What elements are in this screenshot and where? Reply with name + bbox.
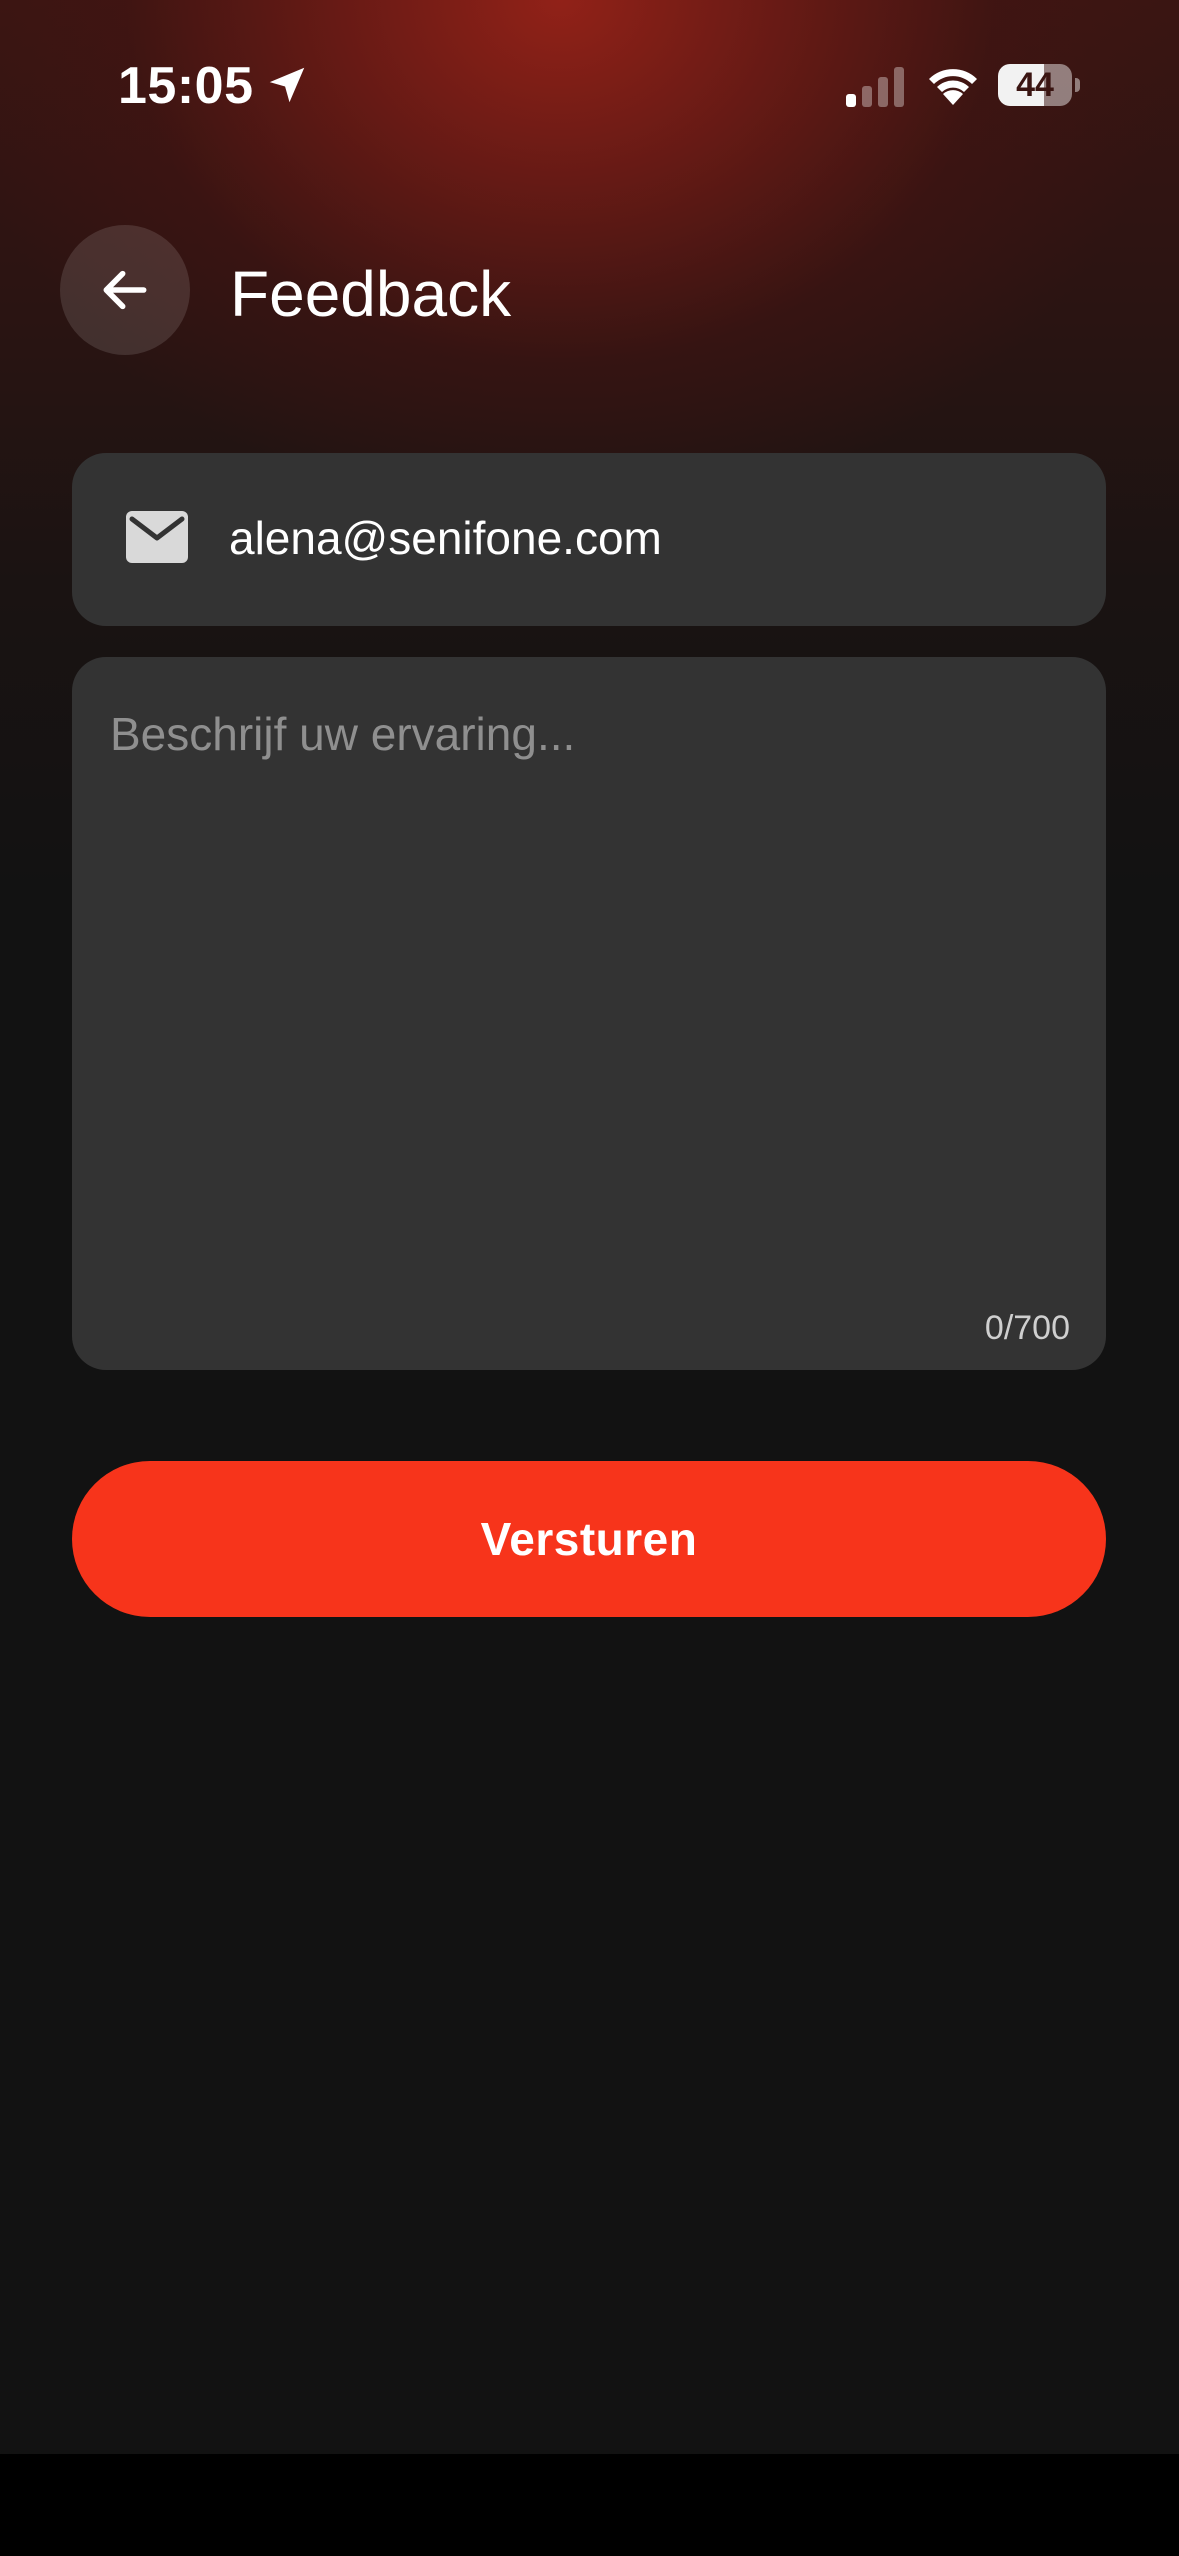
submit-button[interactable]: Versturen [72, 1461, 1106, 1617]
page-title: Feedback [230, 258, 512, 330]
envelope-icon [126, 511, 188, 563]
location-arrow-icon [269, 67, 305, 103]
cellular-signal-icon [846, 67, 904, 107]
battery-icon: 44 [998, 64, 1080, 108]
message-placeholder: Beschrijf uw ervaring... [110, 708, 576, 760]
battery-level: 44 [1016, 66, 1054, 104]
back-button[interactable] [60, 225, 190, 355]
battery-cap [1075, 78, 1080, 92]
email-value: alena@senifone.com [229, 512, 662, 564]
status-time: 15:05 [118, 57, 254, 115]
feedback-message-input[interactable]: Beschrijf uw ervaring... 0/700 [72, 657, 1106, 1370]
wifi-icon [929, 69, 977, 105]
home-indicator-area [0, 2454, 1179, 2556]
email-field[interactable]: alena@senifone.com [72, 453, 1106, 626]
arrow-left-icon [103, 270, 147, 310]
status-bar: 15:05 44 [0, 0, 1179, 170]
feedback-screen: 15:05 44 Feedback alena@senifone.com Bes… [0, 0, 1179, 2454]
character-counter: 0/700 [984, 1309, 1070, 1347]
